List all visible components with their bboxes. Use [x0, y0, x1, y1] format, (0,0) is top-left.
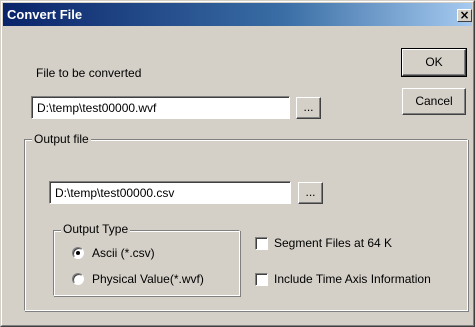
- time-axis-checkbox[interactable]: [255, 273, 268, 286]
- output-file-field[interactable]: D:\temp\test00000.csv: [49, 181, 291, 204]
- ascii-radio-label[interactable]: Ascii (*.csv): [92, 246, 155, 260]
- window-title: Convert File: [7, 7, 83, 22]
- input-browse-button[interactable]: ...: [296, 97, 321, 119]
- physical-value-radio-label[interactable]: Physical Value(*.wvf): [92, 272, 204, 286]
- title-bar[interactable]: Convert File ×: [3, 3, 472, 26]
- ok-button[interactable]: OK: [401, 48, 467, 77]
- input-file-field[interactable]: D:\temp\test00000.wvf: [31, 96, 290, 119]
- output-type-group-label: Output Type: [61, 222, 131, 236]
- input-file-label: File to be converted: [36, 66, 142, 80]
- output-browse-button[interactable]: ...: [298, 182, 323, 204]
- segment-files-checkbox[interactable]: [255, 237, 268, 250]
- cancel-button[interactable]: Cancel: [402, 88, 466, 115]
- segment-files-label[interactable]: Segment Files at 64 K: [274, 236, 392, 250]
- ascii-radio[interactable]: [72, 247, 84, 259]
- close-button[interactable]: ×: [457, 8, 472, 22]
- time-axis-label[interactable]: Include Time Axis Information: [274, 272, 431, 286]
- convert-file-dialog: Convert File × File to be converted D:\t…: [0, 0, 475, 327]
- radio-selected-dot: [76, 251, 80, 255]
- output-file-group-label: Output file: [32, 132, 91, 146]
- close-icon: ×: [459, 8, 470, 22]
- physical-value-radio[interactable]: [72, 273, 84, 285]
- output-type-group: [53, 230, 240, 296]
